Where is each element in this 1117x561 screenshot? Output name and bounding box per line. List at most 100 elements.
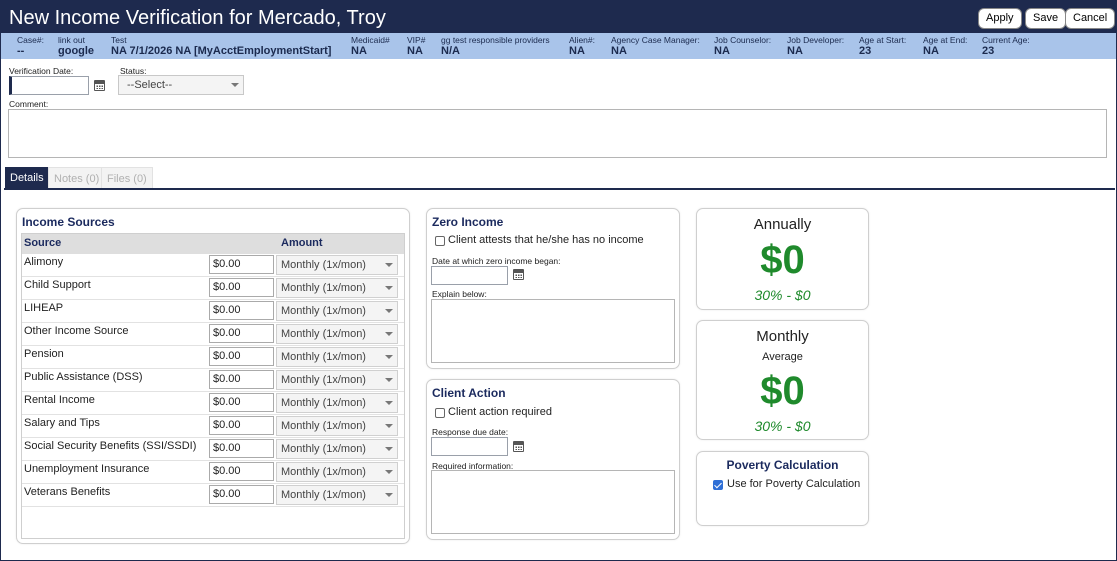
client-action-checkbox-label: Client action required — [448, 406, 552, 418]
response-due-date-label: Response due date: — [432, 427, 509, 437]
table-row: Other Income Source $0.00 Monthly (1x/mon) — [22, 323, 404, 346]
zero-income-checkbox[interactable] — [435, 236, 445, 246]
zero-income-title: Zero Income — [432, 215, 504, 229]
tab-files[interactable]: Files (0) — [101, 167, 153, 189]
income-frequency-value: Monthly (1x/mon) — [281, 374, 366, 386]
income-frequency-value: Monthly (1x/mon) — [281, 305, 366, 317]
chevron-down-icon — [385, 493, 393, 497]
income-source-name: Rental Income — [24, 394, 95, 406]
income-frequency-select[interactable]: Monthly (1x/mon) — [276, 301, 398, 321]
income-source-name: Child Support — [24, 279, 91, 291]
income-source-name: Public Assistance (DSS) — [24, 371, 143, 383]
calendar-icon[interactable] — [94, 80, 105, 91]
column-header-amount: Amount — [281, 237, 323, 249]
monthly-heading: Monthly — [756, 328, 809, 345]
status-select[interactable]: --Select-- — [118, 75, 244, 95]
income-frequency-value: Monthly (1x/mon) — [281, 489, 366, 501]
income-frequency-value: Monthly (1x/mon) — [281, 282, 366, 294]
income-frequency-select[interactable]: Monthly (1x/mon) — [276, 370, 398, 390]
cancel-button[interactable]: Cancel — [1065, 8, 1116, 29]
info-alien: Alien#: NA — [569, 35, 595, 57]
case-info-strip: Case#: -- link out google Test NA 7/1/2026 … — [1, 33, 1116, 59]
income-amount-input[interactable]: $0.00 — [209, 370, 274, 389]
tab-notes[interactable]: Notes (0) — [48, 167, 106, 189]
income-source-name: Other Income Source — [24, 325, 129, 337]
income-source-name: LIHEAP — [24, 302, 64, 314]
income-frequency-select[interactable]: Monthly (1x/mon) — [276, 439, 398, 459]
table-row: Rental Income $0.00 Monthly (1x/mon) — [22, 392, 404, 415]
tab-underline — [4, 188, 1115, 190]
income-amount-input[interactable]: $0.00 — [209, 255, 274, 274]
income-frequency-value: Monthly (1x/mon) — [281, 351, 366, 363]
annually-amount: $0 — [760, 238, 805, 282]
chevron-down-icon — [385, 470, 393, 474]
verification-date-input[interactable] — [9, 76, 89, 95]
income-source-name: Salary and Tips — [24, 417, 100, 429]
chevron-down-icon — [385, 263, 393, 267]
calendar-icon[interactable] — [513, 269, 524, 280]
page-title: New Income Verification for Mercado, Tro… — [9, 7, 386, 29]
client-action-title: Client Action — [432, 386, 506, 400]
income-amount-input[interactable]: $0.00 — [209, 324, 274, 343]
chevron-down-icon — [385, 401, 393, 405]
verification-date-label: Verification Date: — [9, 66, 74, 76]
income-amount-input[interactable]: $0.00 — [209, 462, 274, 481]
info-link-out[interactable]: link out google — [58, 35, 94, 58]
required-information-textarea[interactable] — [431, 470, 675, 534]
income-amount-input[interactable]: $0.00 — [209, 301, 274, 320]
apply-button[interactable]: Apply — [978, 8, 1022, 29]
income-source-name: Unemployment Insurance — [24, 463, 150, 475]
income-source-name: Social Security Benefits (SSI/SSDI) — [24, 440, 197, 452]
info-job-counselor: Job Counselor: NA — [714, 35, 772, 57]
info-job-developer: Job Developer: NA — [787, 35, 845, 57]
chevron-down-icon — [385, 378, 393, 382]
comment-label: Comment: — [9, 99, 49, 109]
table-row: Social Security Benefits (SSI/SSDI) $0.00… — [22, 438, 404, 461]
info-test: Test NA 7/1/2026 NA [MyAcctEmploymentStar… — [111, 35, 332, 57]
income-frequency-value: Monthly (1x/mon) — [281, 466, 366, 478]
zero-income-date-label: Date at which zero income began: — [432, 256, 561, 266]
zero-income-date-input[interactable] — [431, 266, 508, 285]
calendar-icon[interactable] — [513, 441, 524, 452]
checkbox-checked-icon[interactable] — [713, 480, 723, 490]
table-row: Unemployment Insurance $0.00 Monthly (1x/m… — [22, 461, 404, 484]
info-case: Case#: -- — [17, 35, 44, 57]
info-age-at-start: Age at Start: 23 — [859, 35, 907, 57]
info-agency-case-manager: Agency Case Manager: NA — [611, 35, 700, 57]
income-amount-input[interactable]: $0.00 — [209, 439, 274, 458]
income-frequency-value: Monthly (1x/mon) — [281, 443, 366, 455]
table-row: Veterans Benefits $0.00 Monthly (1x/mon) — [22, 484, 404, 507]
tab-details[interactable]: Details — [5, 167, 49, 189]
info-vip: VIP# NA — [407, 35, 426, 57]
income-amount-input[interactable]: $0.00 — [209, 347, 274, 366]
save-button[interactable]: Save — [1025, 8, 1067, 29]
zero-income-checkbox-label: Client attests that he/she has no income — [448, 234, 644, 246]
client-action-checkbox[interactable] — [435, 408, 445, 418]
income-sources-table: Source Amount Alimony $0.00 Monthly (1x/mo… — [21, 233, 405, 539]
info-current-age: Current Age: 23 — [982, 35, 1030, 57]
income-frequency-select[interactable]: Monthly (1x/mon) — [276, 255, 398, 275]
comment-textarea[interactable] — [8, 109, 1107, 158]
income-amount-input[interactable]: $0.00 — [209, 393, 274, 412]
response-due-date-input[interactable] — [431, 437, 508, 456]
table-row: Salary and Tips $0.00 Monthly (1x/mon) — [22, 415, 404, 438]
income-amount-input[interactable]: $0.00 — [209, 278, 274, 297]
income-frequency-select[interactable]: Monthly (1x/mon) — [276, 462, 398, 482]
title-bar: New Income Verification for Mercado, Tro… — [1, 1, 1116, 33]
info-responsible-providers: gg test responsible providers N/A — [441, 35, 550, 57]
income-frequency-select[interactable]: Monthly (1x/mon) — [276, 393, 398, 413]
income-frequency-select[interactable]: Monthly (1x/mon) — [276, 347, 398, 367]
explain-textarea[interactable] — [431, 299, 675, 363]
table-row: Child Support $0.00 Monthly (1x/mon) — [22, 277, 404, 300]
income-frequency-select[interactable]: Monthly (1x/mon) — [276, 324, 398, 344]
income-frequency-select[interactable]: Monthly (1x/mon) — [276, 485, 398, 505]
poverty-calculation-checkbox-label: Use for Poverty Calculation — [727, 478, 861, 490]
poverty-calculation-title: Poverty Calculation — [726, 458, 839, 472]
income-amount-input[interactable]: $0.00 — [209, 485, 274, 504]
income-frequency-select[interactable]: Monthly (1x/mon) — [276, 278, 398, 298]
table-row: Alimony $0.00 Monthly (1x/mon) — [22, 254, 404, 277]
income-sources-title: Income Sources — [22, 215, 115, 229]
income-amount-input[interactable]: $0.00 — [209, 416, 274, 435]
income-frequency-select[interactable]: Monthly (1x/mon) — [276, 416, 398, 436]
monthly-subheading: Average — [762, 351, 803, 363]
